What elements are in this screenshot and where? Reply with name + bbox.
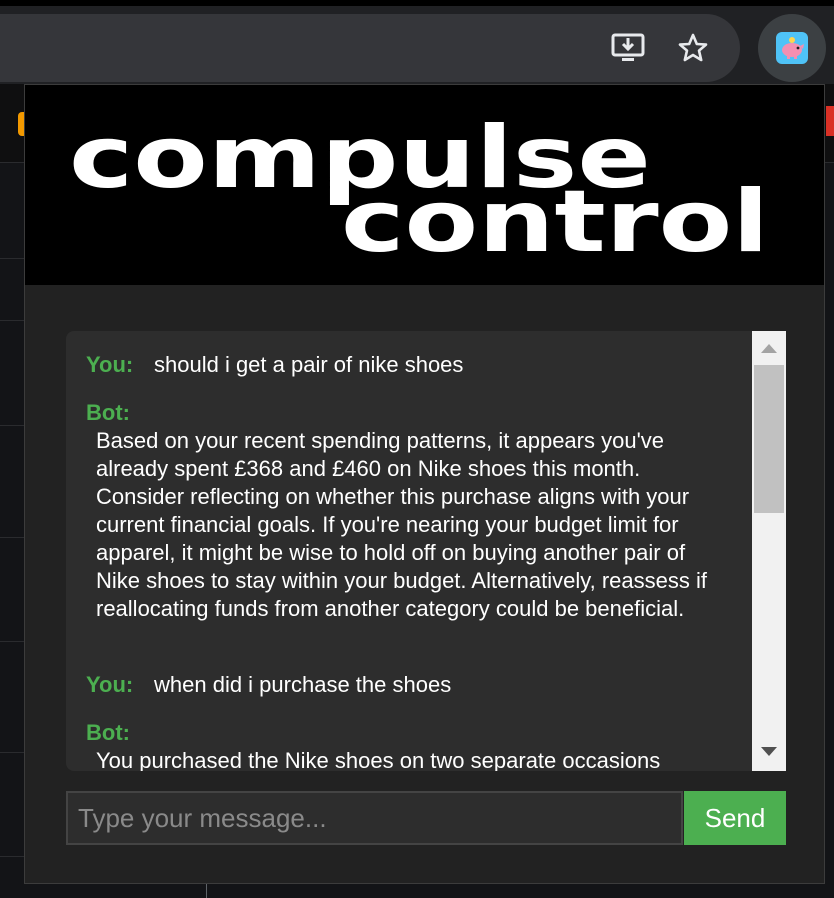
divider [0, 752, 26, 753]
message-text: Based on your recent spending patterns, … [96, 428, 707, 621]
bookmark-star-icon[interactable] [673, 28, 713, 68]
chat-messages: You: should i get a pair of nike shoes Bo… [66, 331, 752, 771]
chat-scrollbar[interactable] [752, 331, 786, 771]
divider [0, 425, 26, 426]
bot-message: Bot: You purchased the Nike shoes on two… [86, 719, 726, 771]
sender-label: Bot: [86, 720, 130, 745]
extension-button[interactable] [758, 14, 826, 82]
piggy-bank-icon [776, 32, 808, 64]
message-input[interactable] [66, 791, 683, 845]
message-text: should i get a pair of nike shoes [154, 352, 464, 377]
logo-header: compulse control [25, 85, 824, 285]
divider [0, 258, 26, 259]
sender-label: You: [86, 672, 134, 697]
send-button[interactable]: Send [684, 791, 786, 845]
divider [0, 320, 26, 321]
divider [0, 641, 26, 642]
divider [206, 884, 207, 898]
sender-label: You: [86, 352, 134, 377]
chat-history[interactable]: You: should i get a pair of nike shoes Bo… [66, 331, 786, 771]
message-text: when did i purchase the shoes [154, 672, 452, 697]
scroll-thumb[interactable] [754, 365, 784, 513]
scroll-down-icon[interactable] [761, 747, 777, 756]
install-app-icon[interactable] [608, 28, 648, 68]
user-message: You: should i get a pair of nike shoes [86, 351, 726, 379]
app-logo: compulse control [69, 108, 769, 272]
bot-message: Bot: Based on your recent spending patte… [86, 399, 726, 623]
message-text: You purchased the Nike shoes on two sepa… [96, 748, 661, 771]
user-message: You: when did i purchase the shoes [86, 671, 726, 699]
sender-label: Bot: [86, 400, 130, 425]
page-red-element [826, 106, 834, 136]
logo-line-2: control [341, 172, 769, 272]
extension-popup: compulse control You: should i get a pair… [24, 84, 825, 884]
divider [0, 537, 26, 538]
scroll-up-icon[interactable] [761, 344, 777, 353]
divider [0, 856, 26, 857]
